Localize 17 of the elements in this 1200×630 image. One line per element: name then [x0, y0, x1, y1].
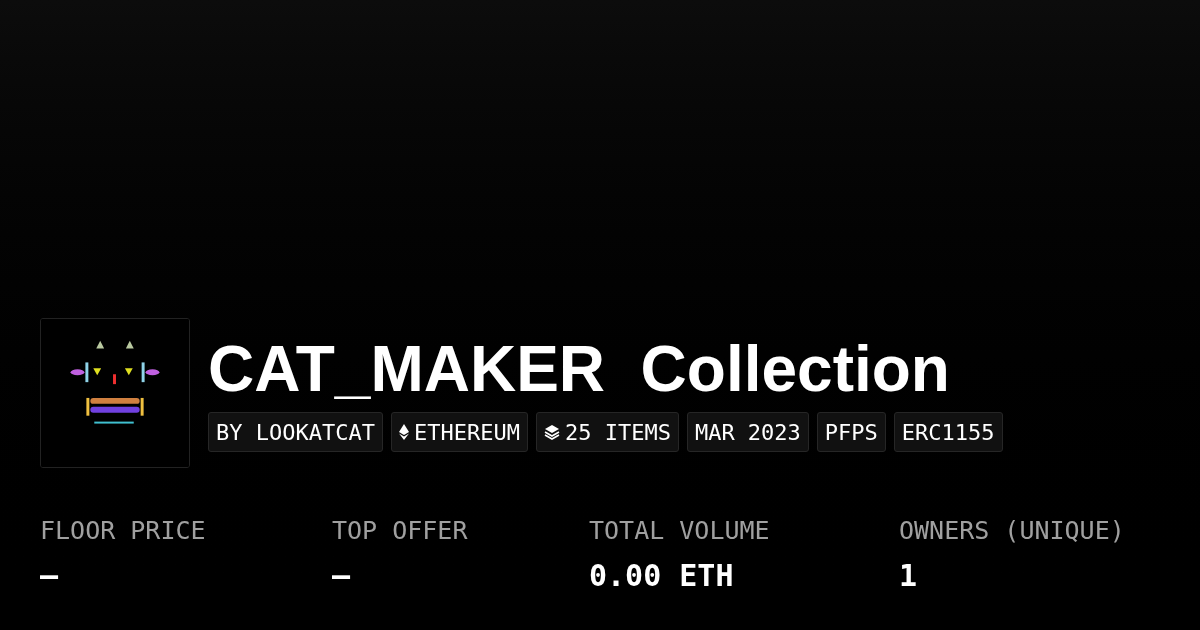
tag: ERC1155: [893, 412, 1003, 452]
stat-label: TOTAL VOLUME: [589, 516, 771, 546]
stat-value: —: [40, 558, 60, 594]
tag: 25 ITEMS: [535, 412, 679, 452]
stat-value: —: [332, 558, 352, 594]
tag: PFPS: [816, 412, 886, 452]
tag: BY LOOKATCAT: [208, 412, 383, 452]
tag: MAR 2023: [686, 412, 809, 452]
diamond-icon: [398, 424, 409, 440]
stat-value: 0.00 ETH: [589, 558, 735, 594]
stat-value: 1: [899, 558, 919, 594]
stat-label: TOP OFFER: [332, 516, 469, 546]
layers-icon: [543, 424, 560, 440]
tag: ETHEREUM: [390, 412, 528, 452]
collection-title: CAT_MAKER Collection: [208, 332, 951, 406]
stat-label: FLOOR PRICE: [40, 516, 207, 546]
stat-label: OWNERS (UNIQUE): [899, 516, 1126, 546]
